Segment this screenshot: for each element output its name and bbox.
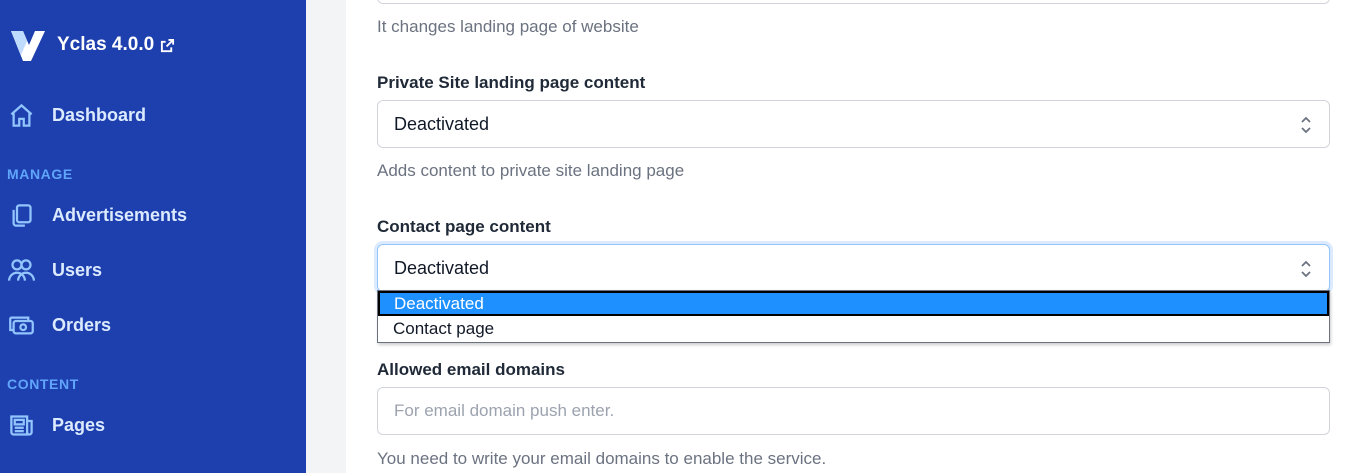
external-link-icon[interactable] bbox=[160, 38, 175, 53]
landing-page-select[interactable] bbox=[377, 0, 1330, 4]
duplicate-icon bbox=[12, 203, 32, 227]
sidebar-item-label: Advertisements bbox=[52, 204, 188, 225]
sidebar-item-label: Orders bbox=[52, 314, 112, 335]
sidebar-item-users[interactable]: Users bbox=[8, 254, 102, 286]
section-title-content: CONTENT bbox=[7, 376, 79, 392]
private-site-label: Private Site landing page content bbox=[377, 73, 646, 92]
private-site-select[interactable]: Deactivated bbox=[377, 100, 1330, 148]
email-domains-label: Allowed email domains bbox=[377, 360, 565, 379]
contact-page-value: Deactivated bbox=[394, 257, 490, 278]
chevron-up-down-icon bbox=[1301, 260, 1311, 278]
yclas-logo-icon bbox=[11, 31, 45, 61]
private-site-help: Adds content to private site landing pag… bbox=[377, 161, 685, 180]
email-domains-input[interactable] bbox=[377, 387, 1330, 435]
sidebar-item-label: Dashboard bbox=[52, 104, 147, 125]
contact-page-select[interactable]: Deactivated bbox=[377, 244, 1330, 292]
sidebar-item-dashboard[interactable]: Dashboard bbox=[8, 99, 146, 131]
sidebar-item-label: Users bbox=[52, 259, 103, 280]
email-domains-help: You need to write your email domains to … bbox=[377, 449, 827, 468]
chevron-up-down-icon bbox=[1301, 116, 1311, 134]
newspaper-icon bbox=[10, 414, 33, 436]
sidebar-item-orders[interactable]: Orders bbox=[8, 309, 111, 341]
dropdown-option-deactivated[interactable]: Deactivated bbox=[378, 291, 1329, 316]
section-title-manage: MANAGE bbox=[7, 166, 73, 182]
brand[interactable]: Yclas 4.0.0 bbox=[7, 24, 175, 66]
contact-page-label: Contact page content bbox=[377, 217, 551, 236]
dropdown-option-contact-page[interactable]: Contact page bbox=[378, 316, 1329, 341]
sidebar: Yclas 4.0.0 Dashboard MANAGE Advertiseme… bbox=[0, 0, 306, 473]
sidebar-item-label: Pages bbox=[52, 414, 106, 435]
cash-icon bbox=[9, 316, 34, 334]
contact-page-dropdown: Deactivated Contact page bbox=[377, 290, 1330, 343]
private-site-value: Deactivated bbox=[394, 113, 490, 134]
landing-page-help: It changes landing page of website bbox=[377, 17, 639, 36]
sidebar-item-pages[interactable]: Pages bbox=[8, 409, 105, 441]
sidebar-item-advertisements[interactable]: Advertisements bbox=[8, 199, 187, 231]
users-icon bbox=[8, 258, 35, 281]
home-icon bbox=[10, 103, 33, 127]
brand-name: Yclas 4.0.0 bbox=[57, 34, 155, 55]
